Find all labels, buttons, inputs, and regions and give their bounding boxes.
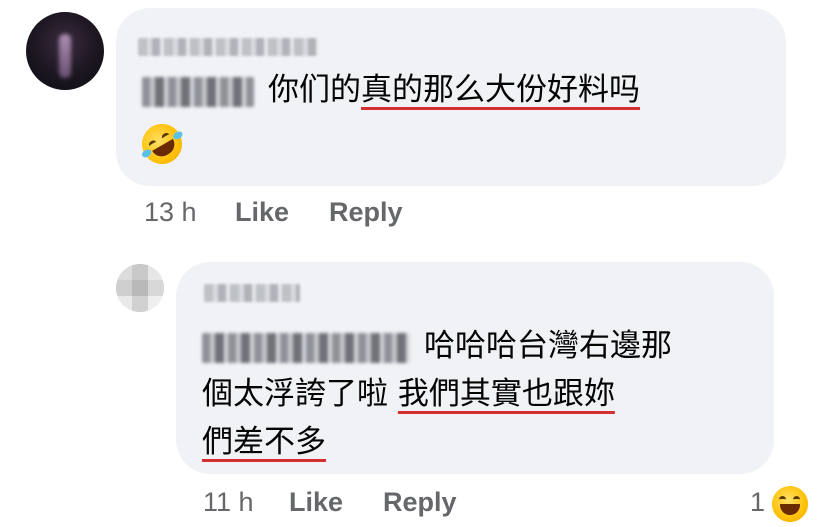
- laughing-emoji-icon[interactable]: [770, 484, 810, 524]
- reply-button[interactable]: Reply: [329, 197, 403, 228]
- comment-bubble: 你们的真的那么大份好料吗: [116, 8, 786, 186]
- underlined-text: 真的那么大份好料吗: [361, 72, 640, 108]
- avatar-figure: [59, 34, 71, 78]
- redacted-author-name[interactable]: [204, 284, 300, 302]
- reply-text-line-3: 們差不多: [202, 422, 326, 462]
- comment-thread: 你们的真的那么大份好料吗 13 h Like Reply 哈哈哈台灣右邊那 個太…: [0, 0, 828, 527]
- reply-timestamp[interactable]: 11 h: [203, 487, 254, 518]
- redacted-text: [142, 76, 254, 107]
- avatar[interactable]: [26, 12, 104, 90]
- like-button[interactable]: Like: [235, 197, 289, 228]
- redacted-author-name[interactable]: [138, 38, 318, 56]
- reply-text: 個太浮誇了啦: [202, 376, 398, 412]
- reply-button[interactable]: Reply: [383, 487, 457, 518]
- rofl-emoji-icon: [134, 116, 190, 172]
- comment-text-plain: 你们的: [268, 72, 361, 108]
- avatar[interactable]: [116, 264, 164, 312]
- reply-bubble: 哈哈哈台灣右邊那 個太浮誇了啦 我們其實也跟妳 們差不多: [176, 262, 774, 474]
- reaction-count[interactable]: 1: [750, 487, 765, 518]
- reply-text-line-1: 哈哈哈台灣右邊那: [202, 326, 672, 366]
- reply-text-line-2: 個太浮誇了啦 我們其實也跟妳: [202, 374, 615, 414]
- reply-text: 哈哈哈台灣右邊那: [424, 328, 672, 364]
- like-button[interactable]: Like: [289, 487, 343, 518]
- mention-link[interactable]: [202, 332, 410, 363]
- comment-text: 你们的真的那么大份好料吗: [142, 70, 640, 110]
- underlined-text: 們差不多: [202, 424, 326, 460]
- underlined-text: 我們其實也跟妳: [397, 376, 615, 412]
- comment-timestamp[interactable]: 13 h: [144, 197, 197, 228]
